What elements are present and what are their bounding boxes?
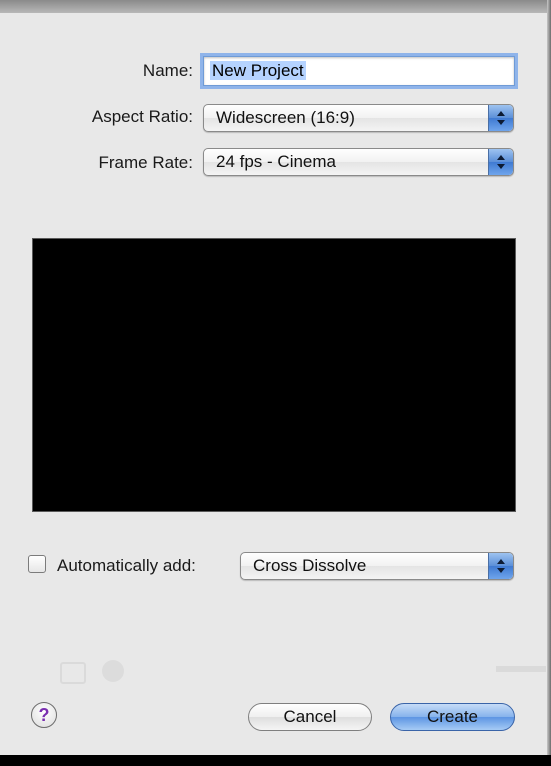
aspect-ratio-label: Aspect Ratio:: [91, 107, 193, 126]
aspect-ratio-popup[interactable]: Widescreen (16:9): [203, 104, 514, 132]
new-project-dialog: Name: New Project Aspect Ratio: Widescre…: [0, 0, 551, 755]
auto-add-label: Automatically add:: [57, 556, 196, 575]
auto-add-transition-checkbox[interactable]: [28, 555, 46, 573]
help-button[interactable]: ?: [31, 702, 57, 728]
ghost-icon: [496, 666, 546, 672]
transition-value: Cross Dissolve: [253, 556, 367, 575]
question-mark-icon: ?: [38, 705, 50, 725]
up-down-arrows-icon: [488, 553, 513, 579]
window-edge: [547, 0, 551, 755]
theme-preview: [32, 238, 516, 512]
project-name-value: New Project: [210, 61, 306, 80]
up-down-arrows-icon: [488, 105, 513, 131]
project-name-input[interactable]: New Project: [203, 56, 515, 86]
ghost-icon: [102, 660, 124, 682]
cancel-button[interactable]: Cancel: [248, 703, 372, 731]
frame-rate-popup[interactable]: 24 fps - Cinema: [203, 148, 514, 176]
frame-rate-label: Frame Rate:: [98, 153, 193, 172]
background-toolbar-ghost: [0, 648, 551, 688]
up-down-arrows-icon: [488, 149, 513, 175]
transition-popup[interactable]: Cross Dissolve: [240, 552, 514, 580]
aspect-ratio-value: Widescreen (16:9): [216, 108, 355, 127]
ghost-icon: [60, 662, 86, 684]
frame-rate-value: 24 fps - Cinema: [216, 152, 336, 171]
window-bottom-edge: [0, 755, 551, 766]
create-button[interactable]: Create: [390, 703, 515, 731]
name-label: Name:: [142, 61, 193, 80]
